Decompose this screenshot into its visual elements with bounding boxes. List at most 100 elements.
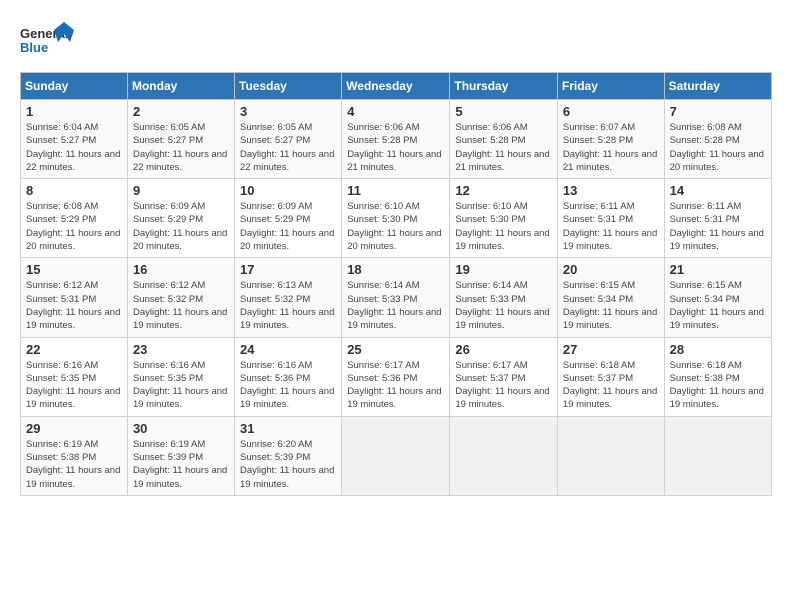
day-number: 10: [240, 183, 336, 198]
day-info: Sunrise: 6:09 AMSunset: 5:29 PMDaylight:…: [240, 200, 336, 253]
day-number: 13: [563, 183, 659, 198]
day-info: Sunrise: 6:12 AMSunset: 5:32 PMDaylight:…: [133, 279, 229, 332]
calendar-cell: 24 Sunrise: 6:16 AMSunset: 5:36 PMDayligh…: [235, 337, 342, 416]
calendar-week-2: 8 Sunrise: 6:08 AMSunset: 5:29 PMDaylight…: [21, 179, 772, 258]
calendar-cell: 9 Sunrise: 6:09 AMSunset: 5:29 PMDaylight…: [127, 179, 234, 258]
day-number: 23: [133, 342, 229, 357]
calendar-cell: [342, 416, 450, 495]
day-number: 5: [455, 104, 552, 119]
day-number: 25: [347, 342, 444, 357]
calendar-cell: 1Sunrise: 6:04 AMSunset: 5:27 PMDaylight…: [21, 100, 128, 179]
calendar-cell: 17 Sunrise: 6:13 AMSunset: 5:32 PMDayligh…: [235, 258, 342, 337]
day-info: Sunrise: 6:11 AMSunset: 5:31 PMDaylight:…: [670, 200, 766, 253]
day-info: Sunrise: 6:14 AMSunset: 5:33 PMDaylight:…: [347, 279, 444, 332]
weekday-header-row: SundayMondayTuesdayWednesdayThursdayFrid…: [21, 73, 772, 100]
calendar-cell: 19Sunrise: 6:14 AMSunset: 5:33 PMDayligh…: [450, 258, 558, 337]
day-number: 27: [563, 342, 659, 357]
weekday-header-thursday: Thursday: [450, 73, 558, 100]
calendar-cell: 11 Sunrise: 6:10 AMSunset: 5:30 PMDayligh…: [342, 179, 450, 258]
calendar-cell: [557, 416, 664, 495]
calendar-cell: 3 Sunrise: 6:05 AMSunset: 5:27 PMDaylight…: [235, 100, 342, 179]
calendar-cell: 25 Sunrise: 6:17 AMSunset: 5:36 PMDayligh…: [342, 337, 450, 416]
day-number: 21: [670, 262, 766, 277]
calendar-week-3: 15 Sunrise: 6:12 AMSunset: 5:31 PMDayligh…: [21, 258, 772, 337]
day-number: 30: [133, 421, 229, 436]
day-info: Sunrise: 6:19 AMSunset: 5:39 PMDaylight:…: [133, 438, 229, 491]
day-info: Sunrise: 6:16 AMSunset: 5:36 PMDaylight:…: [240, 359, 336, 412]
day-info: Sunrise: 6:14 AMSunset: 5:33 PMDaylight:…: [455, 279, 552, 332]
day-info: Sunrise: 6:08 AMSunset: 5:28 PMDaylight:…: [670, 121, 766, 174]
day-info: Sunrise: 6:17 AMSunset: 5:37 PMDaylight:…: [455, 359, 552, 412]
day-number: 3: [240, 104, 336, 119]
weekday-header-monday: Monday: [127, 73, 234, 100]
logo: General Blue: [20, 20, 75, 62]
day-number: 31: [240, 421, 336, 436]
calendar-cell: [450, 416, 558, 495]
calendar-cell: 6 Sunrise: 6:07 AMSunset: 5:28 PMDaylight…: [557, 100, 664, 179]
weekday-header-sunday: Sunday: [21, 73, 128, 100]
calendar-cell: 18 Sunrise: 6:14 AMSunset: 5:33 PMDayligh…: [342, 258, 450, 337]
day-number: 1: [26, 104, 122, 119]
calendar-cell: 13 Sunrise: 6:11 AMSunset: 5:31 PMDayligh…: [557, 179, 664, 258]
svg-text:Blue: Blue: [20, 40, 48, 55]
day-number: 28: [670, 342, 766, 357]
day-number: 4: [347, 104, 444, 119]
day-info: Sunrise: 6:18 AMSunset: 5:37 PMDaylight:…: [563, 359, 659, 412]
day-info: Sunrise: 6:17 AMSunset: 5:36 PMDaylight:…: [347, 359, 444, 412]
day-info: Sunrise: 6:06 AMSunset: 5:28 PMDaylight:…: [455, 121, 552, 174]
calendar-cell: 7 Sunrise: 6:08 AMSunset: 5:28 PMDaylight…: [664, 100, 771, 179]
day-info: Sunrise: 6:15 AMSunset: 5:34 PMDaylight:…: [670, 279, 766, 332]
calendar-cell: 31 Sunrise: 6:20 AMSunset: 5:39 PMDayligh…: [235, 416, 342, 495]
day-info: Sunrise: 6:20 AMSunset: 5:39 PMDaylight:…: [240, 438, 336, 491]
calendar-cell: 26Sunrise: 6:17 AMSunset: 5:37 PMDayligh…: [450, 337, 558, 416]
calendar-cell: 8 Sunrise: 6:08 AMSunset: 5:29 PMDaylight…: [21, 179, 128, 258]
calendar-week-4: 22Sunrise: 6:16 AMSunset: 5:35 PMDayligh…: [21, 337, 772, 416]
calendar-cell: 5 Sunrise: 6:06 AMSunset: 5:28 PMDaylight…: [450, 100, 558, 179]
calendar-cell: 14Sunrise: 6:11 AMSunset: 5:31 PMDayligh…: [664, 179, 771, 258]
calendar-week-5: 29 Sunrise: 6:19 AMSunset: 5:38 PMDayligh…: [21, 416, 772, 495]
calendar-table: SundayMondayTuesdayWednesdayThursdayFrid…: [20, 72, 772, 496]
day-info: Sunrise: 6:07 AMSunset: 5:28 PMDaylight:…: [563, 121, 659, 174]
day-number: 11: [347, 183, 444, 198]
day-number: 15: [26, 262, 122, 277]
calendar-cell: 4 Sunrise: 6:06 AMSunset: 5:28 PMDaylight…: [342, 100, 450, 179]
calendar-cell: 15 Sunrise: 6:12 AMSunset: 5:31 PMDayligh…: [21, 258, 128, 337]
day-number: 24: [240, 342, 336, 357]
day-info: Sunrise: 6:13 AMSunset: 5:32 PMDaylight:…: [240, 279, 336, 332]
day-info: Sunrise: 6:05 AMSunset: 5:27 PMDaylight:…: [133, 121, 229, 174]
day-info: Sunrise: 6:11 AMSunset: 5:31 PMDaylight:…: [563, 200, 659, 253]
day-info: Sunrise: 6:10 AMSunset: 5:30 PMDaylight:…: [455, 200, 552, 253]
day-number: 16: [133, 262, 229, 277]
day-info: Sunrise: 6:19 AMSunset: 5:38 PMDaylight:…: [26, 438, 122, 491]
day-number: 9: [133, 183, 229, 198]
calendar-cell: 20Sunrise: 6:15 AMSunset: 5:34 PMDayligh…: [557, 258, 664, 337]
day-number: 7: [670, 104, 766, 119]
calendar-cell: 21 Sunrise: 6:15 AMSunset: 5:34 PMDayligh…: [664, 258, 771, 337]
day-info: Sunrise: 6:16 AMSunset: 5:35 PMDaylight:…: [26, 359, 122, 412]
logo-svg: General Blue: [20, 20, 75, 62]
day-number: 12: [455, 183, 552, 198]
weekday-header-saturday: Saturday: [664, 73, 771, 100]
calendar-cell: 28Sunrise: 6:18 AMSunset: 5:38 PMDayligh…: [664, 337, 771, 416]
day-info: Sunrise: 6:09 AMSunset: 5:29 PMDaylight:…: [133, 200, 229, 253]
calendar-cell: 30 Sunrise: 6:19 AMSunset: 5:39 PMDayligh…: [127, 416, 234, 495]
day-info: Sunrise: 6:06 AMSunset: 5:28 PMDaylight:…: [347, 121, 444, 174]
day-number: 8: [26, 183, 122, 198]
day-info: Sunrise: 6:08 AMSunset: 5:29 PMDaylight:…: [26, 200, 122, 253]
day-info: Sunrise: 6:05 AMSunset: 5:27 PMDaylight:…: [240, 121, 336, 174]
day-number: 29: [26, 421, 122, 436]
weekday-header-friday: Friday: [557, 73, 664, 100]
calendar-cell: 16 Sunrise: 6:12 AMSunset: 5:32 PMDayligh…: [127, 258, 234, 337]
day-info: Sunrise: 6:16 AMSunset: 5:35 PMDaylight:…: [133, 359, 229, 412]
day-info: Sunrise: 6:10 AMSunset: 5:30 PMDaylight:…: [347, 200, 444, 253]
calendar-cell: 27 Sunrise: 6:18 AMSunset: 5:37 PMDayligh…: [557, 337, 664, 416]
day-info: Sunrise: 6:15 AMSunset: 5:34 PMDaylight:…: [563, 279, 659, 332]
day-number: 6: [563, 104, 659, 119]
calendar-cell: 23 Sunrise: 6:16 AMSunset: 5:35 PMDayligh…: [127, 337, 234, 416]
day-number: 17: [240, 262, 336, 277]
calendar-cell: 2Sunrise: 6:05 AMSunset: 5:27 PMDaylight…: [127, 100, 234, 179]
day-number: 18: [347, 262, 444, 277]
weekday-header-tuesday: Tuesday: [235, 73, 342, 100]
day-info: Sunrise: 6:12 AMSunset: 5:31 PMDaylight:…: [26, 279, 122, 332]
calendar-cell: 10 Sunrise: 6:09 AMSunset: 5:29 PMDayligh…: [235, 179, 342, 258]
